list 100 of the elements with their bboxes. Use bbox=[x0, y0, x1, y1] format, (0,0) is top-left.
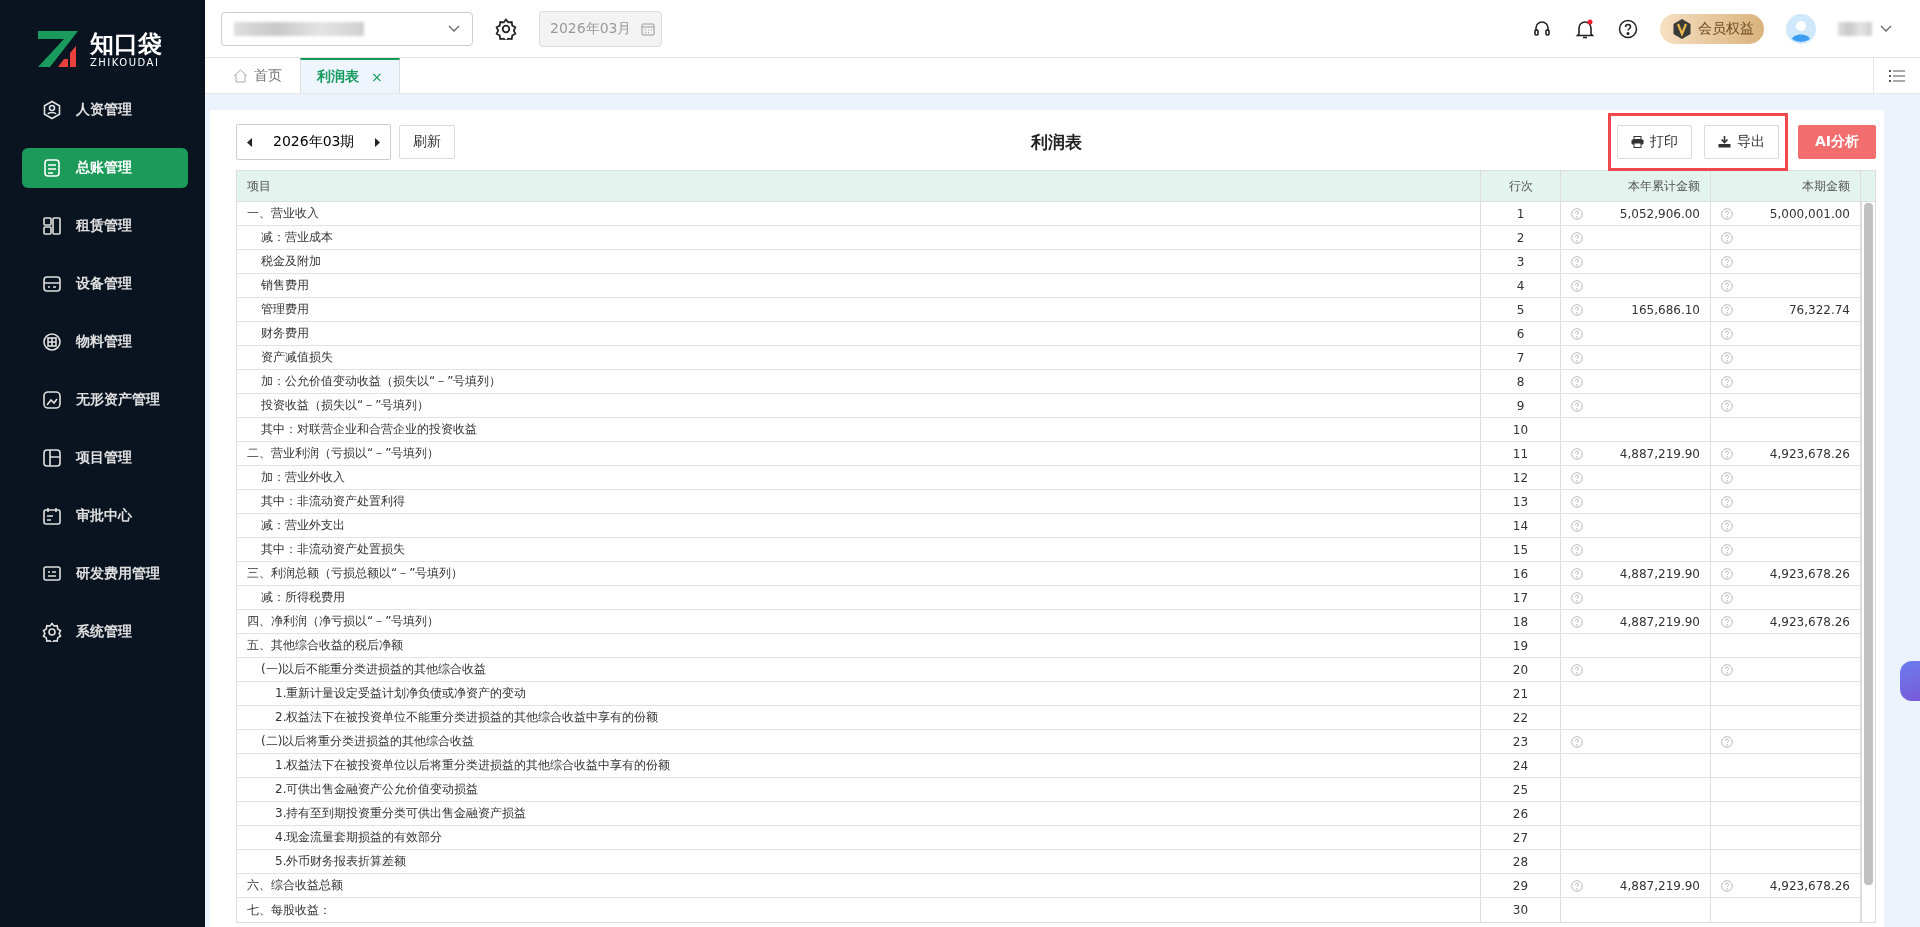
amount-cell: 4,887,219.90 bbox=[1619, 566, 1700, 581]
table-cell-text: 其中：对联营企业和合营企业的投资收益 bbox=[260, 421, 477, 438]
table-cell: 三、利润总额（亏损总额以“－”号填列） bbox=[247, 565, 464, 582]
help-icon[interactable] bbox=[1618, 18, 1638, 39]
sidebar-item[interactable]: 审批中心 bbox=[22, 496, 188, 536]
chevron-down-icon[interactable] bbox=[1880, 24, 1892, 33]
person-icon bbox=[42, 100, 62, 120]
tab[interactable]: 首页 bbox=[223, 58, 300, 93]
sidebar-item[interactable]: 租赁管理 bbox=[22, 206, 188, 246]
chevron-down-icon bbox=[448, 24, 460, 33]
sidebar-item[interactable]: 项目管理 bbox=[22, 438, 188, 478]
table-cell-text: 销售费用 bbox=[260, 277, 309, 294]
amount-cell: 4,923,678.26 bbox=[1769, 878, 1850, 893]
table-cell: 22 bbox=[1512, 710, 1529, 725]
print-button[interactable]: 打印 bbox=[1616, 125, 1692, 159]
amount-cell: 76,322.74 bbox=[1788, 302, 1850, 317]
amount-cell: 5,000,001.00 bbox=[1769, 206, 1850, 221]
table-cell-text: 5.外币财务报表折算差额 bbox=[274, 853, 407, 870]
table-cell: 19 bbox=[1512, 638, 1529, 653]
table-cell-text: 4.现金流量套期损益的有效部分 bbox=[274, 829, 443, 846]
member-benefits-badge[interactable]: 会员权益 bbox=[1660, 13, 1764, 44]
amount-cell: 4,923,678.26 bbox=[1769, 566, 1850, 581]
building-icon bbox=[42, 216, 62, 236]
table-cell: 七、每股收益： bbox=[247, 901, 331, 919]
table-cell: 3 bbox=[1516, 254, 1525, 269]
report-title: 利润表 bbox=[1030, 130, 1082, 154]
table-cell: 14 bbox=[1512, 518, 1529, 533]
column-header: 行次 bbox=[1481, 171, 1561, 201]
calendar-icon bbox=[641, 21, 656, 36]
table-cell-text: 减：营业外支出 bbox=[260, 517, 345, 534]
table-cell: 1 bbox=[1516, 206, 1525, 221]
company-select[interactable] bbox=[221, 11, 473, 46]
amount-cell: 4,887,219.90 bbox=[1619, 446, 1700, 461]
avatar-icon[interactable] bbox=[1786, 13, 1816, 44]
table-cell: 7 bbox=[1516, 350, 1525, 365]
amount-cell: 5,052,906.00 bbox=[1619, 206, 1700, 221]
bell-icon[interactable] bbox=[1574, 17, 1596, 40]
sidebar-item[interactable]: 人资管理 bbox=[22, 90, 188, 130]
home-icon bbox=[233, 68, 248, 83]
table-cell-text: 1.权益法下在被投资单位以后将重分类进损益的其他综合收益中享有的份额 bbox=[274, 757, 671, 774]
sidebar-item[interactable]: 设备管理 bbox=[22, 264, 188, 304]
table-cell: 六、综合收益总额 bbox=[247, 877, 343, 894]
table-cell: 二、营业利润（亏损以“－”号填列） bbox=[247, 445, 440, 462]
export-button[interactable]: 导出 bbox=[1703, 125, 1779, 159]
amount-cell: 165,686.10 bbox=[1631, 302, 1700, 317]
table-cell-text: 2.可供出售金融资产公允价值变动损益 bbox=[274, 781, 479, 798]
table-cell-text: 其中：非流动资产处置利得 bbox=[260, 493, 405, 510]
table-cell-text: 2.权益法下在被投资单位不能重分类进损益的其他综合收益中享有的份额 bbox=[274, 709, 659, 726]
table-cell: 五、其他综合收益的税后净额 bbox=[247, 637, 403, 654]
image-icon bbox=[42, 390, 62, 410]
table-cell-text: 财务费用 bbox=[260, 325, 309, 342]
headset-icon[interactable] bbox=[1532, 18, 1552, 39]
sidebar-item[interactable]: 物料管理 bbox=[22, 322, 188, 362]
table-cell: 一、营业收入 bbox=[247, 205, 319, 222]
table-cell: 20 bbox=[1512, 662, 1529, 677]
table-cell-text: 加：营业外收入 bbox=[260, 469, 345, 486]
table-cell: 11 bbox=[1512, 446, 1529, 461]
period-selector[interactable]: 2026年03期 bbox=[236, 124, 392, 160]
settings-icon bbox=[42, 622, 62, 642]
amount-cell: 4,923,678.26 bbox=[1769, 446, 1850, 461]
logo-name: 知口袋 bbox=[90, 30, 162, 57]
settings-icon[interactable] bbox=[495, 17, 517, 40]
amount-cell: 4,887,219.90 bbox=[1619, 614, 1700, 629]
ledger-icon bbox=[42, 158, 62, 178]
table-cell-text: 其中：非流动资产处置损失 bbox=[260, 541, 405, 558]
table-cell: 30 bbox=[1512, 903, 1529, 917]
download-icon bbox=[1717, 136, 1731, 148]
caret-right-icon[interactable] bbox=[374, 137, 381, 147]
amount-cell: 4,887,219.90 bbox=[1619, 878, 1700, 893]
table-cell: 28 bbox=[1512, 854, 1529, 869]
sidebar-item[interactable]: 无形资产管理 bbox=[22, 380, 188, 420]
table-cell: 2 bbox=[1516, 230, 1525, 245]
table-cell: 23 bbox=[1512, 734, 1529, 749]
caret-left-icon[interactable] bbox=[247, 137, 253, 147]
table-cell-text: 税金及附加 bbox=[260, 253, 321, 270]
blurred-text bbox=[1838, 21, 1872, 36]
sidebar-item[interactable]: 研发费用管理 bbox=[22, 554, 188, 594]
table-cell: 5 bbox=[1516, 302, 1525, 317]
sidebar-item[interactable]: 系统管理 bbox=[22, 612, 188, 652]
table-cell: 6 bbox=[1516, 326, 1525, 341]
sidebar-item[interactable]: 总账管理 bbox=[22, 148, 188, 188]
column-header: 项目 bbox=[237, 171, 1481, 201]
box-icon bbox=[42, 332, 62, 352]
table-cell-text: (二)以后将重分类进损益的其他综合收益 bbox=[260, 733, 475, 750]
table-cell-text: 资产减值损失 bbox=[260, 349, 333, 366]
table-cell: 16 bbox=[1512, 566, 1529, 581]
table-cell-text: (一)以后不能重分类进损益的其他综合收益 bbox=[260, 661, 487, 678]
table-cell-text: 减：营业成本 bbox=[260, 229, 333, 246]
table-cell: 25 bbox=[1512, 782, 1529, 797]
table-cell-text: 3.持有至到期投资重分类可供出售金融资产损益 bbox=[274, 805, 527, 822]
logo-latin: ZHIKOUDAI bbox=[90, 56, 161, 68]
table-cell: 24 bbox=[1512, 758, 1529, 773]
table-cell: 10 bbox=[1512, 422, 1529, 437]
calendar-icon bbox=[42, 506, 62, 526]
scrollbar-thumb[interactable] bbox=[1864, 203, 1873, 886]
table-cell: 26 bbox=[1512, 806, 1529, 821]
table-cell: 18 bbox=[1512, 614, 1529, 629]
refresh-button[interactable]: 刷新 bbox=[399, 125, 456, 159]
device-icon bbox=[42, 274, 62, 294]
table-cell-text: 减：所得税费用 bbox=[260, 589, 345, 606]
